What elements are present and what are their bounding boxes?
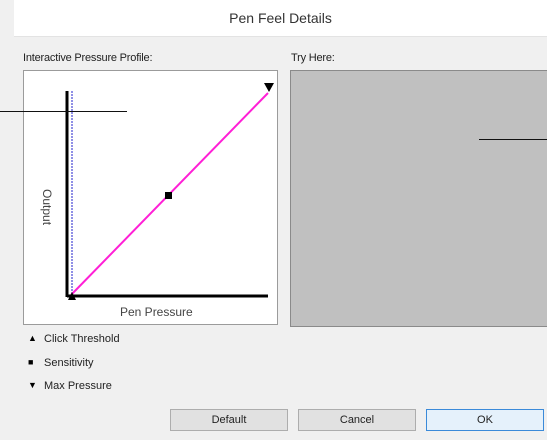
- pressure-profile-label: Interactive Pressure Profile:: [23, 52, 153, 64]
- try-here-callout-line: [479, 139, 547, 140]
- legend-sensitivity: ■ Sensitivity: [28, 357, 94, 371]
- max-pressure-handle[interactable]: [264, 83, 274, 92]
- try-here-label: Try Here:: [291, 52, 335, 64]
- graph-callout-line: [0, 111, 127, 112]
- legend-label: Max Pressure: [44, 380, 112, 392]
- legend-click-threshold: ▲ Click Threshold: [28, 333, 120, 347]
- y-axis-label: Output: [40, 189, 54, 226]
- legend-label: Sensitivity: [44, 357, 94, 369]
- try-here-area[interactable]: [290, 70, 547, 327]
- title-bar: Pen Feel Details: [14, 0, 547, 37]
- triangle-up-icon: ▲: [28, 333, 37, 343]
- legend-max-pressure: ▼ Max Pressure: [28, 380, 112, 394]
- square-icon: ■: [28, 357, 34, 367]
- pressure-curve-plot[interactable]: [24, 71, 277, 324]
- legend-label: Click Threshold: [44, 333, 120, 345]
- pen-feel-details-dialog: Pen Feel Details Interactive Pressure Pr…: [0, 0, 547, 440]
- x-axis-label: Pen Pressure: [120, 305, 193, 319]
- pressure-profile-graph[interactable]: Pen Pressure Output: [23, 70, 278, 325]
- dialog-title: Pen Feel Details: [229, 10, 332, 26]
- cancel-button[interactable]: Cancel: [298, 409, 416, 431]
- default-button[interactable]: Default: [170, 409, 288, 431]
- ok-button[interactable]: OK: [426, 409, 544, 431]
- triangle-down-icon: ▼: [28, 380, 37, 390]
- sensitivity-handle[interactable]: [165, 192, 172, 199]
